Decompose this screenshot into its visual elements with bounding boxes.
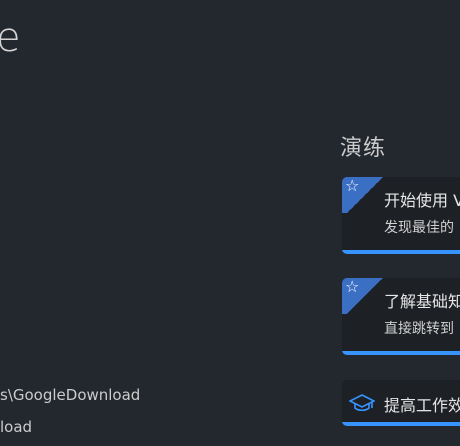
walkthrough-title: 了解基础知 <box>384 292 460 311</box>
recent-item-path[interactable]: load <box>0 418 32 436</box>
walkthrough-card-get-started[interactable]: ☆ 开始使用 V 发现最佳的 <box>342 177 460 254</box>
recent-item-path[interactable]: s\GoogleDownload <box>0 386 140 404</box>
walkthrough-card-fundamentals[interactable]: ☆ 了解基础知 直接跳转到 <box>342 278 460 355</box>
star-icon: ☆ <box>345 279 360 296</box>
featured-ribbon: ☆ <box>342 278 388 314</box>
walkthrough-progress-bar <box>342 250 460 254</box>
walkthroughs-heading: 演练 <box>340 136 387 161</box>
featured-ribbon: ☆ <box>342 177 388 213</box>
welcome-title-fragment: e <box>0 15 21 61</box>
walkthrough-card-productivity[interactable]: 提高工作效 <box>342 380 460 426</box>
graduation-cap-icon <box>349 394 375 412</box>
walkthrough-title: 开始使用 V <box>384 191 460 210</box>
star-icon: ☆ <box>345 178 360 195</box>
walkthrough-title: 提高工作效 <box>384 396 460 415</box>
walkthrough-description: 发现最佳的 <box>384 220 454 236</box>
walkthrough-progress-bar <box>342 422 460 426</box>
walkthrough-progress-bar <box>342 351 460 355</box>
walkthrough-description: 直接跳转到 <box>384 321 454 337</box>
